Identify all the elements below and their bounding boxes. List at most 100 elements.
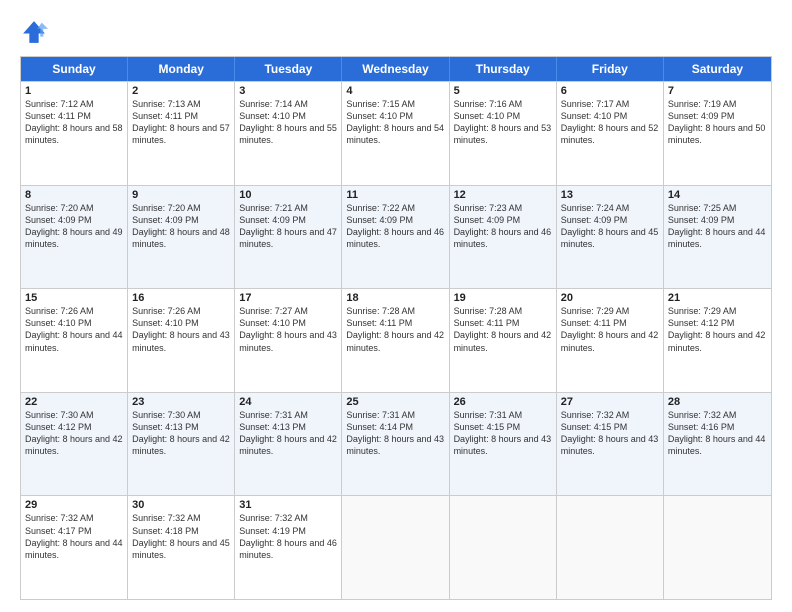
day-number: 31 xyxy=(239,499,337,511)
day-number: 23 xyxy=(132,396,230,408)
day-cell-2: 2 Sunrise: 7:13 AMSunset: 4:11 PMDayligh… xyxy=(128,82,235,185)
day-number: 28 xyxy=(668,396,767,408)
cell-content: Sunrise: 7:27 AMSunset: 4:10 PMDaylight:… xyxy=(239,306,337,352)
cell-content: Sunrise: 7:32 AMSunset: 4:17 PMDaylight:… xyxy=(25,513,123,559)
day-number: 19 xyxy=(454,292,552,304)
day-number: 3 xyxy=(239,85,337,97)
day-cell-26: 26 Sunrise: 7:31 AMSunset: 4:15 PMDaylig… xyxy=(450,393,557,496)
day-cell-10: 10 Sunrise: 7:21 AMSunset: 4:09 PMDaylig… xyxy=(235,186,342,289)
day-number: 25 xyxy=(346,396,444,408)
day-number: 26 xyxy=(454,396,552,408)
day-number: 18 xyxy=(346,292,444,304)
day-cell-15: 15 Sunrise: 7:26 AMSunset: 4:10 PMDaylig… xyxy=(21,289,128,392)
header-day-monday: Monday xyxy=(128,57,235,81)
day-cell-7: 7 Sunrise: 7:19 AMSunset: 4:09 PMDayligh… xyxy=(664,82,771,185)
day-cell-12: 12 Sunrise: 7:23 AMSunset: 4:09 PMDaylig… xyxy=(450,186,557,289)
empty-cell xyxy=(450,496,557,599)
calendar-row-3: 15 Sunrise: 7:26 AMSunset: 4:10 PMDaylig… xyxy=(21,288,771,392)
day-number: 8 xyxy=(25,189,123,201)
calendar-row-5: 29 Sunrise: 7:32 AMSunset: 4:17 PMDaylig… xyxy=(21,495,771,599)
day-number: 5 xyxy=(454,85,552,97)
day-number: 16 xyxy=(132,292,230,304)
calendar-header: SundayMondayTuesdayWednesdayThursdayFrid… xyxy=(21,57,771,81)
day-cell-22: 22 Sunrise: 7:30 AMSunset: 4:12 PMDaylig… xyxy=(21,393,128,496)
cell-content: Sunrise: 7:20 AMSunset: 4:09 PMDaylight:… xyxy=(132,203,230,249)
cell-content: Sunrise: 7:31 AMSunset: 4:13 PMDaylight:… xyxy=(239,410,337,456)
day-number: 1 xyxy=(25,85,123,97)
day-cell-8: 8 Sunrise: 7:20 AMSunset: 4:09 PMDayligh… xyxy=(21,186,128,289)
day-number: 30 xyxy=(132,499,230,511)
cell-content: Sunrise: 7:21 AMSunset: 4:09 PMDaylight:… xyxy=(239,203,337,249)
logo xyxy=(20,18,52,46)
logo-icon xyxy=(20,18,48,46)
day-cell-4: 4 Sunrise: 7:15 AMSunset: 4:10 PMDayligh… xyxy=(342,82,449,185)
day-cell-11: 11 Sunrise: 7:22 AMSunset: 4:09 PMDaylig… xyxy=(342,186,449,289)
cell-content: Sunrise: 7:31 AMSunset: 4:14 PMDaylight:… xyxy=(346,410,444,456)
header-day-sunday: Sunday xyxy=(21,57,128,81)
day-number: 22 xyxy=(25,396,123,408)
day-number: 4 xyxy=(346,85,444,97)
cell-content: Sunrise: 7:28 AMSunset: 4:11 PMDaylight:… xyxy=(454,306,552,352)
cell-content: Sunrise: 7:26 AMSunset: 4:10 PMDaylight:… xyxy=(25,306,123,352)
page: SundayMondayTuesdayWednesdayThursdayFrid… xyxy=(0,0,792,612)
header-day-friday: Friday xyxy=(557,57,664,81)
day-cell-30: 30 Sunrise: 7:32 AMSunset: 4:18 PMDaylig… xyxy=(128,496,235,599)
day-cell-21: 21 Sunrise: 7:29 AMSunset: 4:12 PMDaylig… xyxy=(664,289,771,392)
cell-content: Sunrise: 7:14 AMSunset: 4:10 PMDaylight:… xyxy=(239,99,337,145)
day-number: 21 xyxy=(668,292,767,304)
cell-content: Sunrise: 7:32 AMSunset: 4:16 PMDaylight:… xyxy=(668,410,766,456)
cell-content: Sunrise: 7:32 AMSunset: 4:18 PMDaylight:… xyxy=(132,513,230,559)
cell-content: Sunrise: 7:19 AMSunset: 4:09 PMDaylight:… xyxy=(668,99,766,145)
cell-content: Sunrise: 7:17 AMSunset: 4:10 PMDaylight:… xyxy=(561,99,659,145)
day-cell-23: 23 Sunrise: 7:30 AMSunset: 4:13 PMDaylig… xyxy=(128,393,235,496)
day-cell-19: 19 Sunrise: 7:28 AMSunset: 4:11 PMDaylig… xyxy=(450,289,557,392)
header-day-saturday: Saturday xyxy=(664,57,771,81)
header-day-thursday: Thursday xyxy=(450,57,557,81)
day-number: 6 xyxy=(561,85,659,97)
day-cell-31: 31 Sunrise: 7:32 AMSunset: 4:19 PMDaylig… xyxy=(235,496,342,599)
day-number: 9 xyxy=(132,189,230,201)
day-number: 29 xyxy=(25,499,123,511)
day-cell-3: 3 Sunrise: 7:14 AMSunset: 4:10 PMDayligh… xyxy=(235,82,342,185)
calendar-row-2: 8 Sunrise: 7:20 AMSunset: 4:09 PMDayligh… xyxy=(21,185,771,289)
day-cell-20: 20 Sunrise: 7:29 AMSunset: 4:11 PMDaylig… xyxy=(557,289,664,392)
cell-content: Sunrise: 7:30 AMSunset: 4:12 PMDaylight:… xyxy=(25,410,123,456)
day-number: 12 xyxy=(454,189,552,201)
day-cell-1: 1 Sunrise: 7:12 AMSunset: 4:11 PMDayligh… xyxy=(21,82,128,185)
calendar: SundayMondayTuesdayWednesdayThursdayFrid… xyxy=(20,56,772,600)
day-cell-14: 14 Sunrise: 7:25 AMSunset: 4:09 PMDaylig… xyxy=(664,186,771,289)
cell-content: Sunrise: 7:31 AMSunset: 4:15 PMDaylight:… xyxy=(454,410,552,456)
calendar-body: 1 Sunrise: 7:12 AMSunset: 4:11 PMDayligh… xyxy=(21,81,771,599)
day-cell-29: 29 Sunrise: 7:32 AMSunset: 4:17 PMDaylig… xyxy=(21,496,128,599)
cell-content: Sunrise: 7:16 AMSunset: 4:10 PMDaylight:… xyxy=(454,99,552,145)
day-cell-17: 17 Sunrise: 7:27 AMSunset: 4:10 PMDaylig… xyxy=(235,289,342,392)
cell-content: Sunrise: 7:24 AMSunset: 4:09 PMDaylight:… xyxy=(561,203,659,249)
cell-content: Sunrise: 7:25 AMSunset: 4:09 PMDaylight:… xyxy=(668,203,766,249)
day-cell-27: 27 Sunrise: 7:32 AMSunset: 4:15 PMDaylig… xyxy=(557,393,664,496)
day-number: 17 xyxy=(239,292,337,304)
cell-content: Sunrise: 7:30 AMSunset: 4:13 PMDaylight:… xyxy=(132,410,230,456)
day-number: 14 xyxy=(668,189,767,201)
day-number: 11 xyxy=(346,189,444,201)
header-day-wednesday: Wednesday xyxy=(342,57,449,81)
empty-cell xyxy=(557,496,664,599)
empty-cell xyxy=(342,496,449,599)
cell-content: Sunrise: 7:12 AMSunset: 4:11 PMDaylight:… xyxy=(25,99,123,145)
cell-content: Sunrise: 7:32 AMSunset: 4:19 PMDaylight:… xyxy=(239,513,337,559)
cell-content: Sunrise: 7:29 AMSunset: 4:12 PMDaylight:… xyxy=(668,306,766,352)
header-day-tuesday: Tuesday xyxy=(235,57,342,81)
day-number: 24 xyxy=(239,396,337,408)
cell-content: Sunrise: 7:15 AMSunset: 4:10 PMDaylight:… xyxy=(346,99,444,145)
day-cell-5: 5 Sunrise: 7:16 AMSunset: 4:10 PMDayligh… xyxy=(450,82,557,185)
day-number: 10 xyxy=(239,189,337,201)
header xyxy=(20,18,772,46)
cell-content: Sunrise: 7:23 AMSunset: 4:09 PMDaylight:… xyxy=(454,203,552,249)
day-number: 27 xyxy=(561,396,659,408)
day-cell-16: 16 Sunrise: 7:26 AMSunset: 4:10 PMDaylig… xyxy=(128,289,235,392)
cell-content: Sunrise: 7:29 AMSunset: 4:11 PMDaylight:… xyxy=(561,306,659,352)
cell-content: Sunrise: 7:13 AMSunset: 4:11 PMDaylight:… xyxy=(132,99,230,145)
cell-content: Sunrise: 7:20 AMSunset: 4:09 PMDaylight:… xyxy=(25,203,123,249)
day-number: 13 xyxy=(561,189,659,201)
day-cell-13: 13 Sunrise: 7:24 AMSunset: 4:09 PMDaylig… xyxy=(557,186,664,289)
day-cell-24: 24 Sunrise: 7:31 AMSunset: 4:13 PMDaylig… xyxy=(235,393,342,496)
